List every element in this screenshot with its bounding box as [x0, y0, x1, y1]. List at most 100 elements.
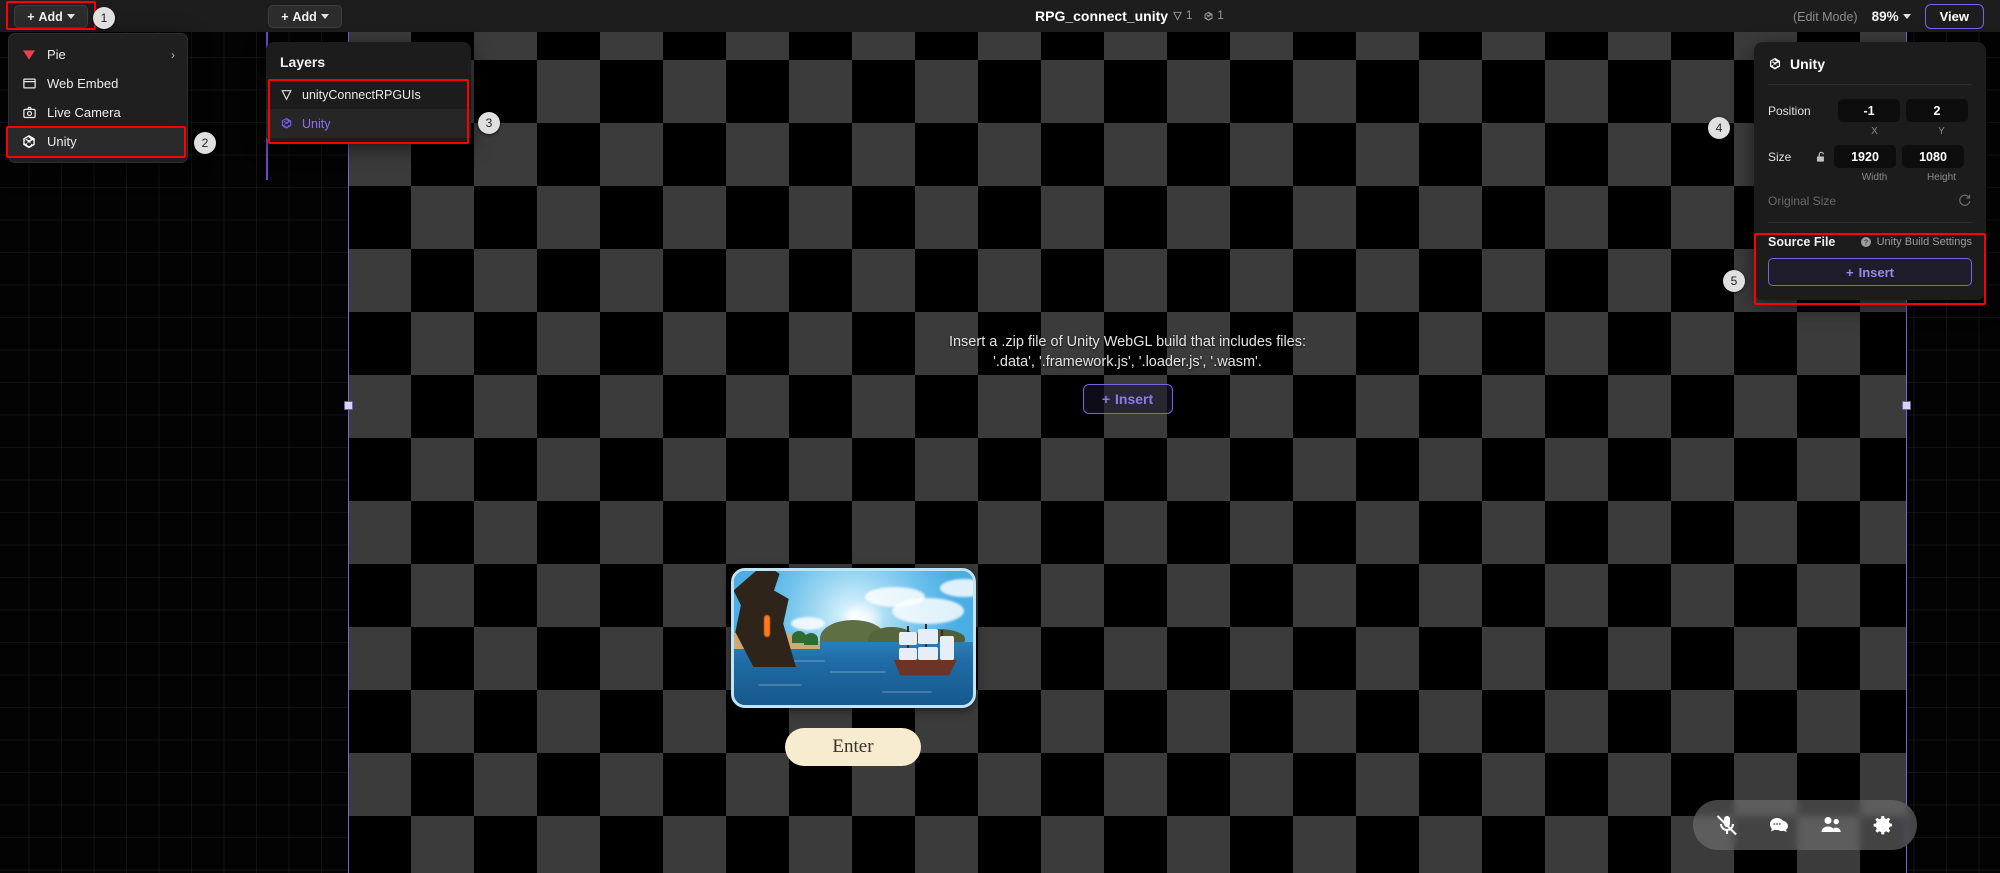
- zoom-level-value: 89%: [1871, 9, 1899, 24]
- zoom-level-control[interactable]: 89%: [1872, 9, 1911, 24]
- scene-cloud: [791, 616, 826, 630]
- height-caption: Height: [1927, 172, 1956, 183]
- view-button[interactable]: View: [1924, 4, 1984, 29]
- canvas-insert-button[interactable]: + Insert: [1082, 384, 1173, 414]
- ship-sail: [918, 628, 938, 644]
- document-title: RPG_connect_unity: [1035, 8, 1169, 24]
- menu-item-live-camera-label: Live Camera: [47, 105, 121, 120]
- people-icon[interactable]: [1819, 813, 1843, 837]
- plus-icon: +: [1101, 391, 1111, 407]
- insert-prompt-line2: '.data', '.framework.js', '.loader.js', …: [993, 354, 1262, 370]
- chevron-down-icon: [320, 14, 329, 19]
- insert-prompt-line1: Insert a .zip file of Unity WebGL build …: [948, 334, 1307, 350]
- size-height-input[interactable]: 1080: [1902, 145, 1964, 168]
- menu-item-live-camera[interactable]: Live Camera: [9, 98, 187, 127]
- unity-badge-count: 1: [1217, 10, 1224, 22]
- source-file-insert-button[interactable]: + Insert: [1768, 258, 1972, 286]
- add-button-main[interactable]: + Add: [268, 5, 342, 28]
- position-captions: X Y: [1838, 126, 1972, 137]
- source-file-block: Source File ? Unity Build Settings + Ins…: [1768, 223, 1972, 286]
- enter-button[interactable]: Enter: [785, 728, 921, 766]
- ship-hull: [893, 659, 957, 676]
- help-circle-icon: ?: [1860, 236, 1872, 248]
- shield-badge: 1: [1172, 10, 1192, 22]
- scene-ship: [891, 623, 957, 676]
- scene-sea-streak: [829, 670, 886, 673]
- add-button-left[interactable]: + Add: [14, 5, 88, 28]
- add-dropdown-menu[interactable]: Pie › Web Embed Live Camera Unity: [8, 33, 188, 163]
- chevron-down-icon: [1902, 14, 1911, 19]
- width-caption: Width: [1861, 172, 1888, 183]
- properties-panel: Unity Position -1 2 X Y Size 1920 1080 W…: [1754, 42, 1986, 300]
- chevron-right-icon: ›: [171, 47, 175, 62]
- plus-icon: +: [27, 9, 35, 24]
- layer-row-unity[interactable]: Unity: [266, 109, 471, 138]
- position-row: Position -1 2: [1768, 99, 1972, 122]
- annotation-badge-1: 1: [93, 7, 115, 29]
- unity-icon: [280, 117, 293, 130]
- chat-bubble-icon[interactable]: [1767, 813, 1791, 837]
- unity-embed-frame[interactable]: Play Game Pass Character Store on One Em…: [348, 0, 1907, 873]
- menu-item-unity-label: Unity: [47, 134, 77, 149]
- annotation-badge-2: 2: [194, 132, 216, 154]
- layer-row-unityconnectrpguis[interactable]: unityConnectRPGUIs: [266, 80, 471, 109]
- source-file-label: Source File: [1768, 235, 1836, 249]
- source-file-insert-label: Insert: [1858, 264, 1894, 280]
- shield-icon: [280, 88, 293, 102]
- unity-icon: [1203, 11, 1214, 22]
- size-width-input[interactable]: 1920: [1834, 145, 1896, 168]
- layer-row-label: Unity: [302, 116, 331, 131]
- top-bar-right-controls: (Edit Mode) 89% View: [1793, 4, 1984, 29]
- axis-x-caption: X: [1871, 126, 1878, 137]
- app-root: Play Game Pass Character Store on One Em…: [0, 0, 2000, 873]
- live-camera-icon: [21, 105, 37, 121]
- scene-sea-streak: [757, 684, 802, 687]
- reset-refresh-icon[interactable]: [1957, 193, 1972, 208]
- ship-sail: [918, 646, 938, 660]
- menu-item-pie-label: Pie: [47, 47, 66, 62]
- size-label: Size: [1768, 149, 1792, 164]
- annotation-badge-5: 5: [1723, 270, 1745, 292]
- web-embed-icon: [21, 76, 37, 92]
- plus-icon: +: [281, 9, 289, 24]
- original-size-row[interactable]: Original Size: [1768, 193, 1972, 208]
- title-badges: 1 1: [1172, 10, 1224, 22]
- unity-build-settings-link[interactable]: ? Unity Build Settings: [1860, 236, 1972, 248]
- scene-lava: [764, 615, 770, 637]
- unity-icon: [1768, 57, 1782, 71]
- properties-panel-header: Unity: [1768, 54, 1972, 84]
- microphone-muted-icon[interactable]: [1715, 813, 1739, 837]
- size-row: Size 1920 1080: [1768, 145, 1972, 168]
- position-x-input[interactable]: -1: [1838, 99, 1900, 122]
- ship-sail: [940, 635, 954, 660]
- ship-sail: [899, 631, 917, 645]
- menu-item-web-embed[interactable]: Web Embed: [9, 69, 187, 98]
- divider: [1768, 84, 1972, 85]
- position-label: Position: [1768, 103, 1811, 118]
- unity-icon: [21, 134, 37, 150]
- gear-icon[interactable]: [1871, 813, 1895, 837]
- original-size-label: Original Size: [1768, 193, 1837, 208]
- ship-sail: [899, 647, 917, 660]
- menu-item-pie[interactable]: Pie ›: [9, 40, 187, 69]
- axis-y-caption: Y: [1938, 126, 1945, 137]
- edit-mode-label: (Edit Mode): [1792, 9, 1858, 24]
- chevron-down-icon: [66, 14, 75, 19]
- annotation-badge-4: 4: [1708, 117, 1730, 139]
- position-y-input[interactable]: 2: [1906, 99, 1968, 122]
- top-bar: + Add + Add RPG_connect_unity 1 1 (Edit …: [0, 0, 2000, 32]
- size-captions: Width Height: [1838, 172, 1972, 183]
- menu-item-unity[interactable]: Unity: [9, 127, 187, 156]
- canvas-insert-button-label: Insert: [1115, 391, 1154, 407]
- unity-build-settings-label: Unity Build Settings: [1876, 236, 1972, 248]
- plus-icon: +: [1846, 264, 1854, 280]
- unlock-icon[interactable]: [1814, 149, 1828, 165]
- canvas-insert-prompt: Insert a .zip file of Unity WebGL build …: [868, 332, 1388, 414]
- svg-text:?: ?: [1864, 240, 1868, 247]
- shield-badge-count: 1: [1186, 10, 1193, 22]
- scene-sea-streak: [882, 690, 933, 693]
- add-button-main-label: Add: [292, 9, 317, 24]
- properties-panel-title: Unity: [1790, 56, 1825, 72]
- floating-call-toolbar[interactable]: [1693, 800, 1917, 850]
- game-scene-image: [731, 568, 976, 708]
